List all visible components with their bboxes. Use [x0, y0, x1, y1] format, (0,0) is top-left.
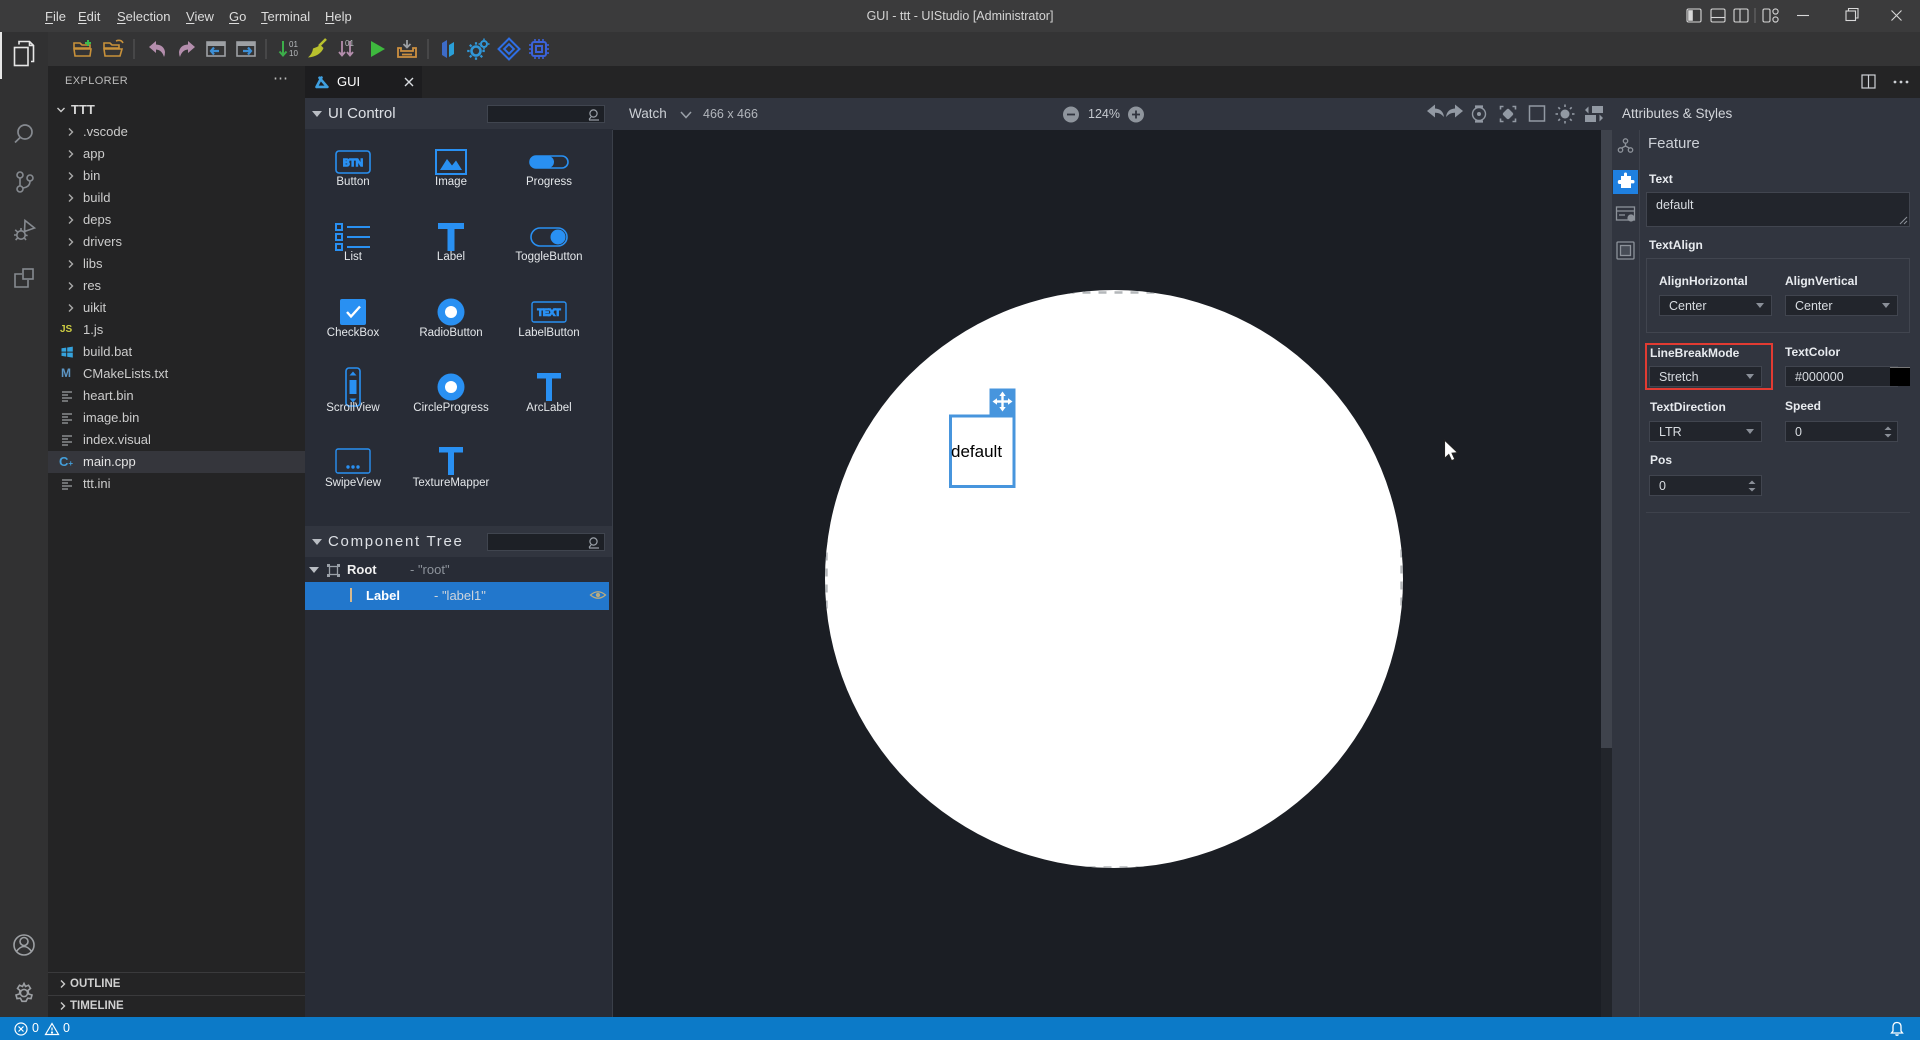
- svg-text:01: 01: [345, 39, 354, 48]
- svg-text:TEXT: TEXT: [537, 308, 561, 318]
- svg-text:01: 01: [289, 40, 298, 49]
- svg-text:default: default: [951, 442, 1002, 461]
- svg-text:BTN: BTN: [343, 158, 363, 169]
- svg-text:10: 10: [289, 49, 298, 58]
- svg-text:i: i: [1630, 216, 1632, 223]
